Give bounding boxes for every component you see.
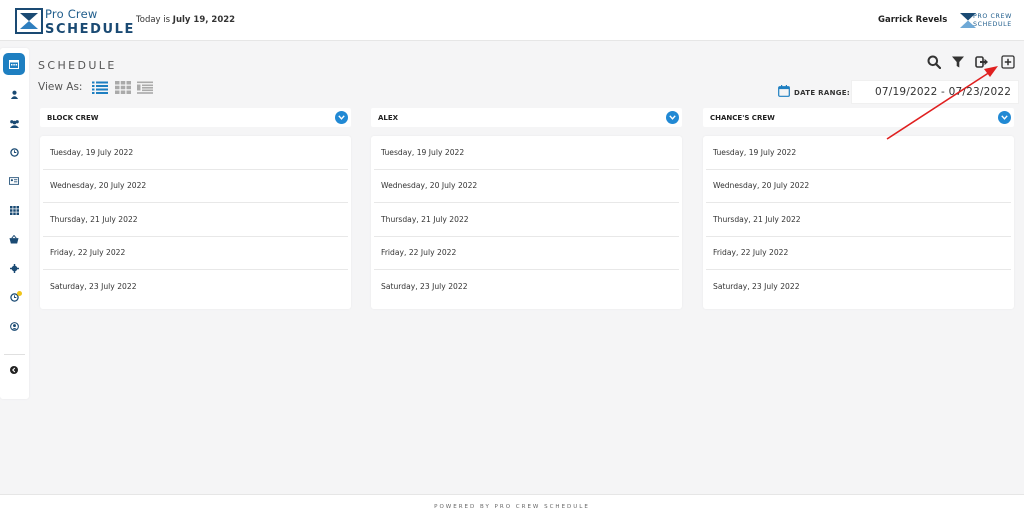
crew-column-header: ALEX bbox=[371, 108, 682, 127]
grid-icon bbox=[9, 205, 19, 215]
brand-line-1: Pro Crew bbox=[45, 7, 98, 21]
users-icon bbox=[9, 119, 19, 128]
day-row[interactable]: Wednesday, 20 July 2022 bbox=[706, 170, 1011, 203]
crew-expand-button[interactable] bbox=[998, 111, 1011, 124]
day-row[interactable]: Wednesday, 20 July 2022 bbox=[43, 170, 348, 203]
detail-view-icon[interactable] bbox=[137, 81, 153, 94]
crew-expand-button[interactable] bbox=[666, 111, 679, 124]
company-brand-line-2: SCHEDULE bbox=[973, 20, 1012, 28]
sidebar-item-settings[interactable] bbox=[8, 262, 20, 274]
sidebar-item-projects[interactable] bbox=[8, 204, 20, 216]
crew-column-header: BLOCK CREW bbox=[40, 108, 351, 127]
today-date: Today is July 19, 2022 bbox=[136, 15, 235, 25]
sidebar-item-materials[interactable] bbox=[8, 233, 20, 245]
today-value: July 19, 2022 bbox=[172, 15, 236, 25]
user-circle-icon bbox=[9, 321, 19, 331]
sidebar-item-crews[interactable] bbox=[8, 117, 20, 129]
today-prefix: Today is bbox=[136, 15, 171, 25]
grid-view-icon[interactable] bbox=[115, 81, 131, 94]
view-as-label: View As: bbox=[38, 81, 83, 93]
day-row[interactable]: Saturday, 23 July 2022 bbox=[43, 270, 348, 304]
top-header: Pro Crew SCHEDULE Today is July 19, 2022… bbox=[0, 0, 1024, 41]
sidebar-item-contacts[interactable] bbox=[8, 175, 20, 187]
search-icon[interactable] bbox=[927, 55, 941, 69]
basket-icon bbox=[9, 234, 19, 244]
day-list: Tuesday, 19 July 2022 Wednesday, 20 July… bbox=[40, 136, 351, 309]
day-row[interactable]: Thursday, 21 July 2022 bbox=[43, 203, 348, 237]
crew-column: ALEX Tuesday, 19 July 2022 Wednesday, 20… bbox=[371, 108, 682, 309]
id-card-icon bbox=[9, 177, 19, 185]
crew-column: CHANCE'S CREW Tuesday, 19 July 2022 Wedn… bbox=[703, 108, 1014, 309]
chevron-down-icon bbox=[1001, 115, 1008, 120]
filter-icon[interactable] bbox=[951, 55, 965, 69]
day-row[interactable]: Thursday, 21 July 2022 bbox=[374, 203, 679, 237]
day-row[interactable]: Wednesday, 20 July 2022 bbox=[374, 170, 679, 203]
page-title: SCHEDULE bbox=[38, 59, 117, 72]
user-icon bbox=[10, 90, 18, 99]
date-range-label: DATE RANGE: bbox=[794, 89, 850, 97]
footer-text: POWERED BY PRO CREW SCHEDULE bbox=[434, 504, 590, 510]
sidebar-item-schedule[interactable] bbox=[3, 53, 25, 75]
chevron-down-icon bbox=[669, 115, 676, 120]
sidebar bbox=[0, 48, 29, 399]
sidebar-collapse-button[interactable] bbox=[8, 364, 20, 376]
day-row[interactable]: Friday, 22 July 2022 bbox=[374, 237, 679, 270]
day-row[interactable]: Friday, 22 July 2022 bbox=[706, 237, 1011, 270]
chevron-left-icon bbox=[10, 366, 18, 374]
crew-title: ALEX bbox=[378, 114, 399, 122]
chevron-down-icon[interactable]: ⌄ bbox=[937, 15, 944, 24]
gear-icon bbox=[9, 263, 19, 273]
day-row[interactable]: Saturday, 23 July 2022 bbox=[374, 270, 679, 304]
chevron-down-icon bbox=[338, 115, 345, 120]
app-logo-icon[interactable] bbox=[15, 8, 43, 34]
footer: POWERED BY PRO CREW SCHEDULE bbox=[0, 494, 1024, 518]
day-row[interactable]: Saturday, 23 July 2022 bbox=[706, 270, 1011, 304]
app-brand[interactable]: Pro Crew SCHEDULE bbox=[45, 7, 135, 37]
date-range-calendar-icon bbox=[778, 85, 790, 97]
sidebar-divider bbox=[4, 354, 25, 355]
company-brand-line-1: PRO CREW bbox=[973, 13, 1012, 20]
company-brand: PRO CREW SCHEDULE bbox=[973, 13, 1012, 29]
export-icon[interactable] bbox=[975, 55, 989, 69]
day-row[interactable]: Tuesday, 19 July 2022 bbox=[706, 136, 1011, 170]
clock-icon bbox=[9, 147, 19, 157]
notification-badge bbox=[17, 291, 22, 296]
crew-expand-button[interactable] bbox=[335, 111, 348, 124]
sidebar-item-user[interactable] bbox=[8, 88, 20, 100]
sidebar-item-time[interactable] bbox=[8, 146, 20, 158]
calendar-icon bbox=[9, 60, 19, 69]
day-list: Tuesday, 19 July 2022 Wednesday, 20 July… bbox=[371, 136, 682, 309]
day-list: Tuesday, 19 July 2022 Wednesday, 20 July… bbox=[703, 136, 1014, 309]
crew-title: CHANCE'S CREW bbox=[710, 114, 775, 122]
crew-title: BLOCK CREW bbox=[47, 114, 99, 122]
sidebar-item-account[interactable] bbox=[8, 320, 20, 332]
day-row[interactable]: Tuesday, 19 July 2022 bbox=[374, 136, 679, 170]
crew-column-header: CHANCE'S CREW bbox=[703, 108, 1014, 127]
list-view-icon[interactable] bbox=[92, 81, 108, 94]
date-range-value[interactable]: 07/19/2022 - 07/23/2022 bbox=[875, 86, 1011, 98]
add-icon[interactable] bbox=[1001, 55, 1015, 69]
day-row[interactable]: Tuesday, 19 July 2022 bbox=[43, 136, 348, 170]
crew-column: BLOCK CREW Tuesday, 19 July 2022 Wednesd… bbox=[40, 108, 351, 309]
day-row[interactable]: Thursday, 21 July 2022 bbox=[706, 203, 1011, 237]
brand-line-2: SCHEDULE bbox=[45, 21, 135, 37]
day-row[interactable]: Friday, 22 July 2022 bbox=[43, 237, 348, 270]
